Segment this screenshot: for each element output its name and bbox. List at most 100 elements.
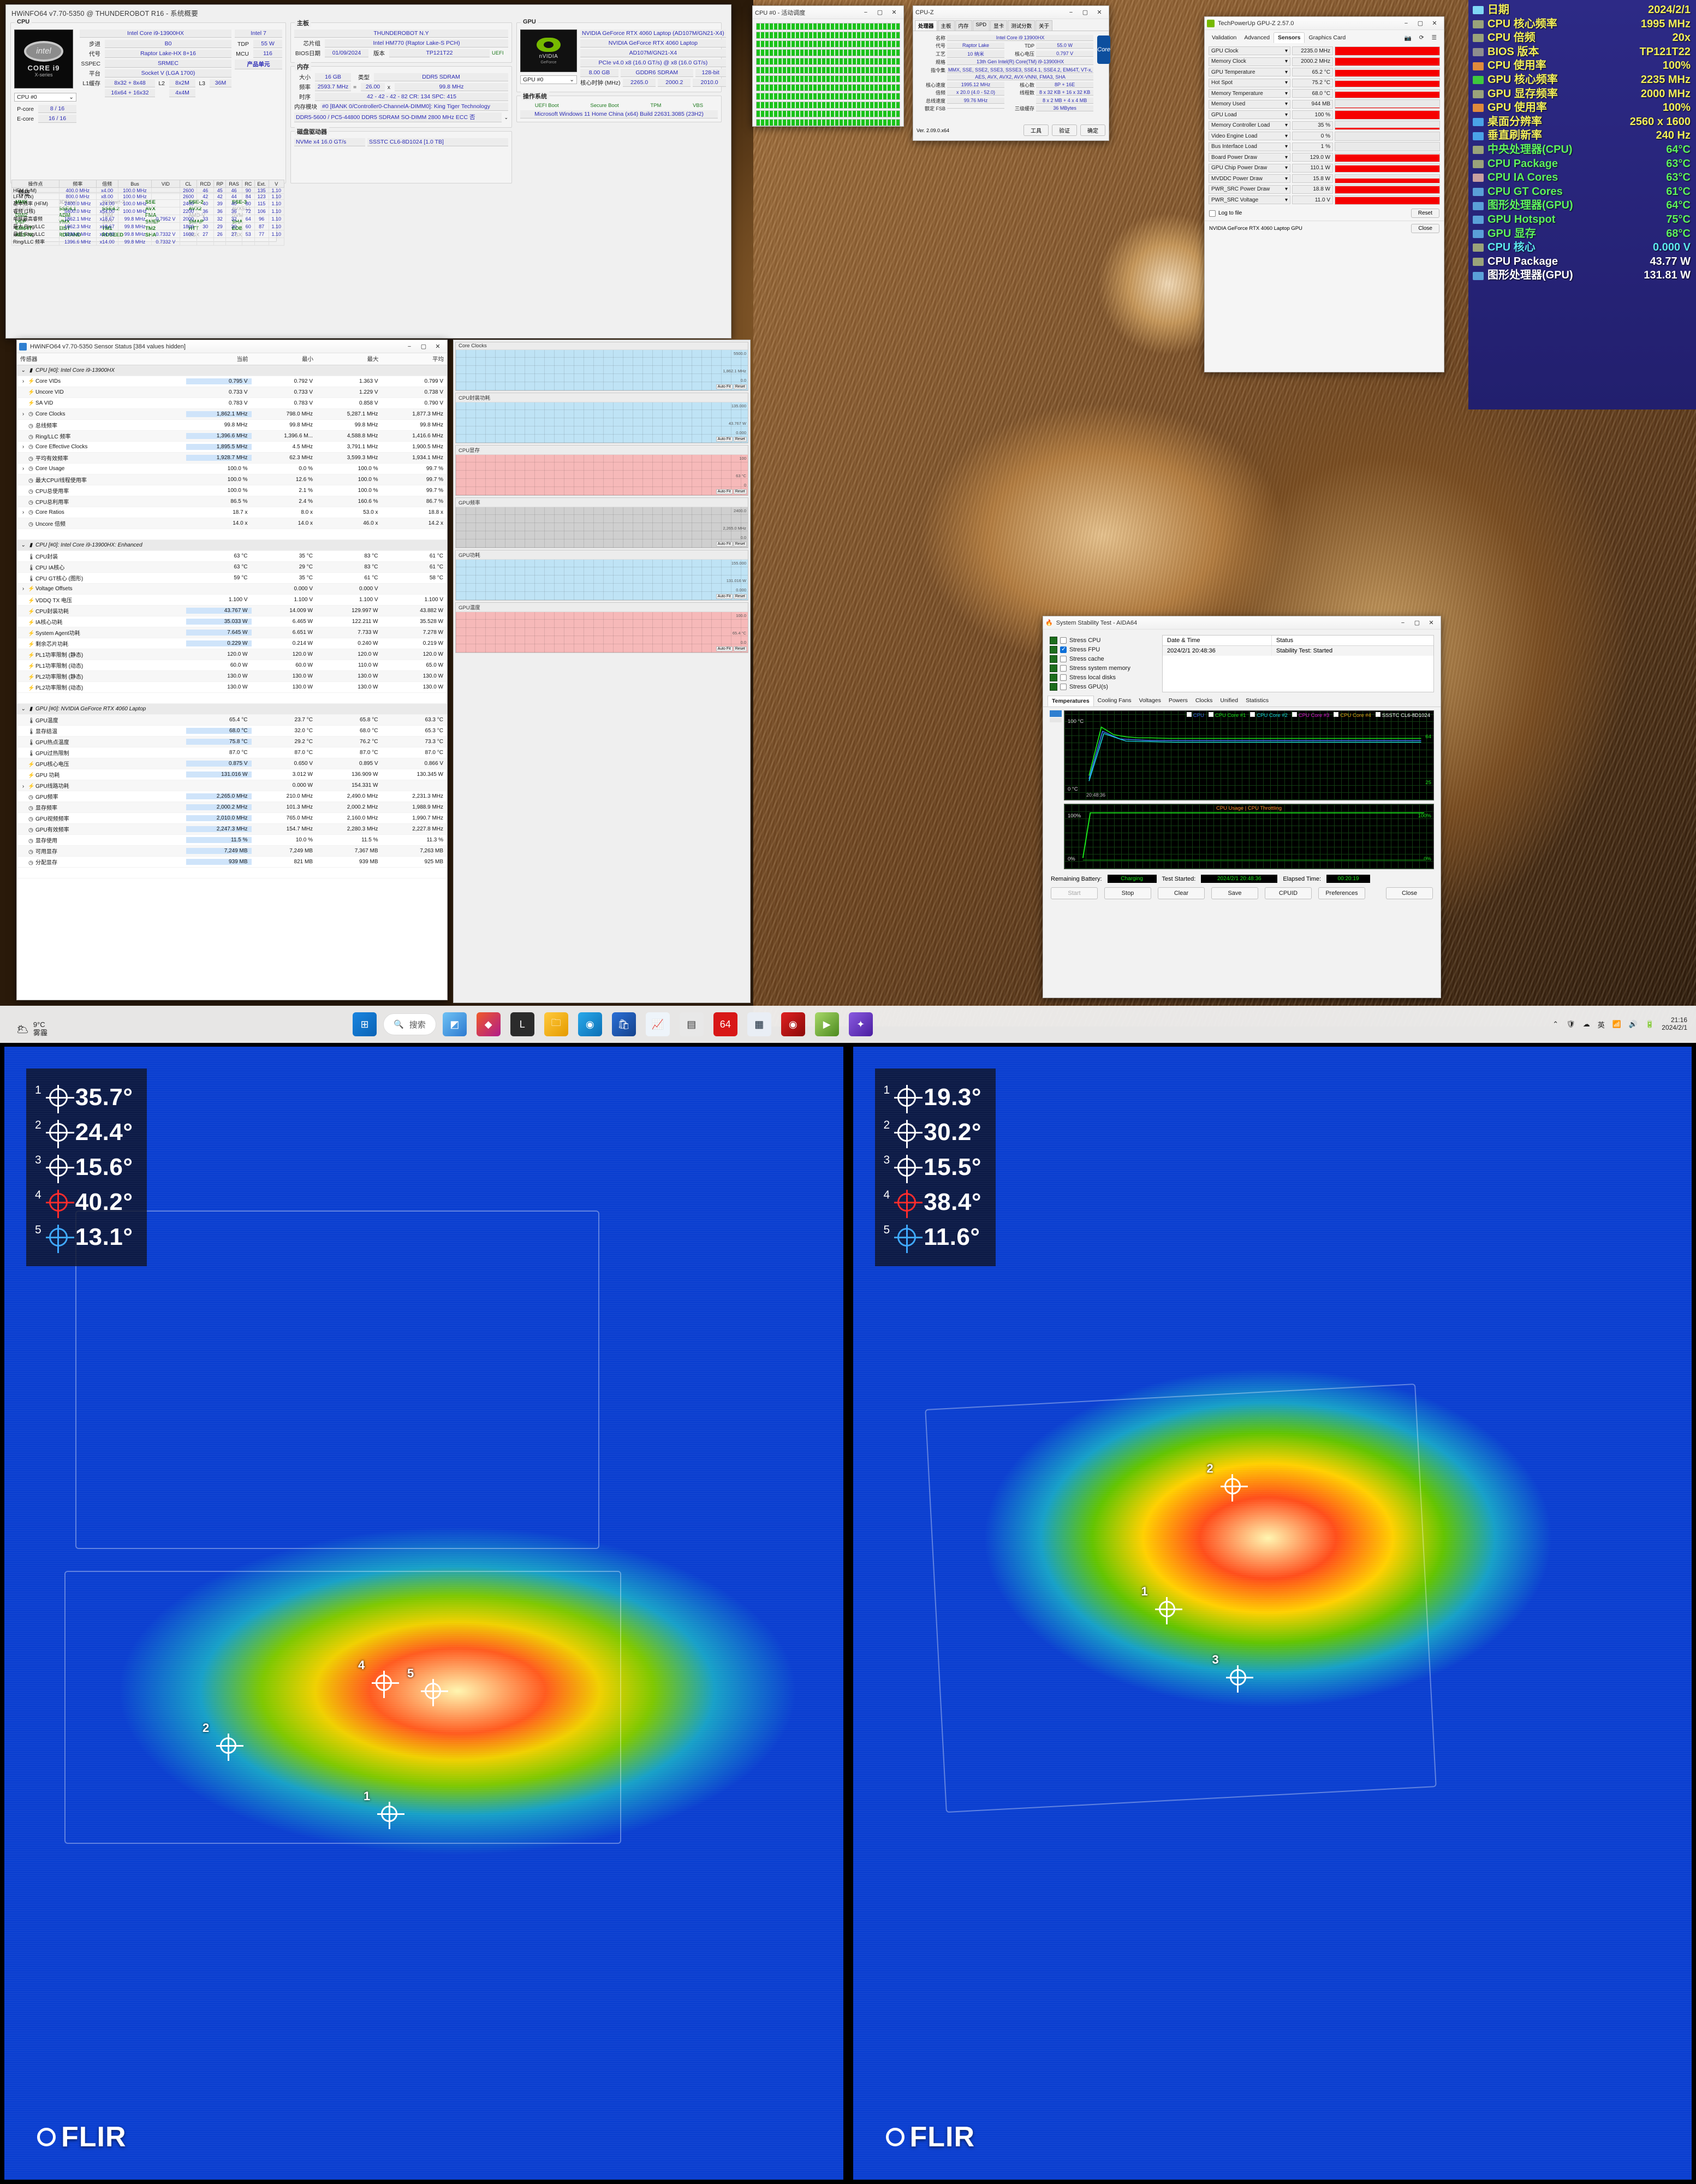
sensor-row[interactable]: › ⚡ GPU线路功耗 0.000 W 154.331 W bbox=[17, 780, 447, 791]
sensor-row[interactable]: ⚡ PL1功率限制 (动态) 60.0 W 60.0 W 110.0 W 65.0 W bbox=[17, 660, 447, 671]
sensor-row[interactable]: ⚡ SA VID 0.783 V 0.783 V 0.858 V 0.790 V bbox=[17, 398, 447, 409]
gpuz-sensor-row-4[interactable]: Memory Temperature ▾ 68.0 °C bbox=[1209, 88, 1440, 98]
stress-checkbox[interactable] bbox=[1060, 674, 1067, 681]
sensor-row[interactable]: ◷ CPU总利用率 86.5 % 2.4 % 160.6 % 86.7 % bbox=[17, 496, 447, 507]
graph-panel-2[interactable]: CPU显存 100 63 °C 0 Auto Fit Reset bbox=[455, 445, 748, 496]
gpuz-sensor-row-13[interactable]: PWR_SRC Power Draw ▾ 18.8 W bbox=[1209, 185, 1440, 194]
aida-button-start[interactable]: Start bbox=[1051, 887, 1098, 899]
col-sensor[interactable]: 传感器 bbox=[17, 355, 186, 363]
edge-icon[interactable]: ◉ bbox=[578, 1012, 602, 1036]
col-avg[interactable]: 平均 bbox=[382, 355, 448, 363]
sensor-row[interactable]: › ◷ Core Usage 100.0 % 0.0 % 100.0 % 99.7 % bbox=[17, 464, 447, 474]
msi-afterburner-icon[interactable]: ▤ bbox=[679, 1012, 704, 1036]
close-icon-gpuz[interactable]: ✕ bbox=[1427, 17, 1442, 29]
sensor-row[interactable]: ⚡ IA核心功耗 35.033 W 6.465 W 122.211 W 35.528 W bbox=[17, 616, 447, 627]
close-icon[interactable]: ✕ bbox=[887, 7, 901, 19]
chevron-down-icon-mem[interactable]: ⌄ bbox=[504, 115, 508, 121]
maximize-icon[interactable]: ▢ bbox=[873, 7, 887, 19]
cpuz-bars-titlebar[interactable]: CPU #0 - 活动调度 − ▢ ✕ bbox=[753, 6, 903, 19]
gpuz-tabs[interactable]: Validation Advanced Sensors Graphics Card 📷… bbox=[1205, 30, 1444, 43]
cpuz-window[interactable]: CPU-Z − ▢ ✕ 处理器 主板 内存 SPD 显卡 测试分数 关于 名称 Intel C… bbox=[913, 5, 1110, 141]
log-row[interactable]: 2024/2/1 20:48:36 Stability Test: Starte… bbox=[1163, 646, 1433, 656]
aida-buttons[interactable]: Start Stop Clear Save CPUID Preferences Close bbox=[1043, 885, 1441, 901]
gpuz-titlebar[interactable]: TechPowerUp GPU-Z 2.57.0 − ▢ ✕ bbox=[1205, 17, 1444, 30]
tray-network-icon[interactable]: 📶 bbox=[1612, 1020, 1621, 1029]
sensor-row[interactable]: ◷ 分配显存 939 MB 821 MB 939 MB 925 MB bbox=[17, 857, 447, 868]
hwinfo-system-summary-window[interactable]: HWiNFO64 v7.70-5350 @ THUNDEROBOT R16 - … bbox=[5, 4, 731, 339]
widgets-icon[interactable]: ◩ bbox=[442, 1012, 467, 1036]
sensor-row[interactable]: 🌡GPU过热限制 87.0 °C 87.0 °C 87.0 °C 87.0 °C bbox=[17, 747, 447, 758]
purple-app-icon[interactable]: ✦ bbox=[848, 1012, 873, 1036]
cpuz-tab-1[interactable]: 内存 bbox=[955, 20, 972, 31]
graph-reset-button[interactable]: Reset bbox=[733, 542, 747, 547]
maximize-icon-gpuz[interactable]: ▢ bbox=[1413, 17, 1427, 29]
cpuz-validate-button[interactable]: 验证 bbox=[1052, 124, 1077, 136]
file-explorer-icon[interactable]: 🗀 bbox=[544, 1012, 568, 1036]
minimize-icon-sensors[interactable]: − bbox=[402, 341, 416, 353]
gpuz-sensor-name[interactable]: Video Engine Load ▾ bbox=[1209, 132, 1290, 140]
cpuz-tab-3[interactable]: 显卡 bbox=[990, 20, 1008, 31]
cpuz-tab-2[interactable]: SPD bbox=[972, 20, 990, 31]
stress-option-0[interactable]: Stress CPU bbox=[1050, 637, 1153, 644]
stress-option-2[interactable]: Stress cache bbox=[1050, 655, 1153, 663]
gpuz-sensor-row-5[interactable]: Memory Used ▾ 944 MB bbox=[1209, 99, 1440, 109]
sensor-row[interactable]: 🌡显存结温 68.0 °C 32.0 °C 68.0 °C 65.3 °C bbox=[17, 726, 447, 737]
sensor-row[interactable]: 🌡GPU温度 65.4 °C 23.7 °C 65.8 °C 63.3 °C bbox=[17, 715, 447, 726]
weather-widget[interactable]: 🌥 9°C 雾霾 bbox=[16, 1020, 47, 1037]
green-app-icon[interactable]: ▶ bbox=[814, 1012, 839, 1036]
gpuz-sensor-name[interactable]: MVDDC Power Draw ▾ bbox=[1209, 174, 1290, 183]
sensor-row[interactable]: ◷ 总线频率 99.8 MHz 99.8 MHz 99.8 MHz 99.8 MHz bbox=[17, 420, 447, 431]
clock-time[interactable]: 21:16 bbox=[1671, 1016, 1687, 1024]
sensor-row[interactable]: ◷ 最大CPU/线程使用率 100.0 % 12.6 % 100.0 % 99.7 % bbox=[17, 474, 447, 485]
sensor-row[interactable]: ◷ 显存使用 11.5 % 10.0 % 11.5 % 11.3 % bbox=[17, 835, 447, 846]
aida-tab-0[interactable]: Temperatures bbox=[1048, 696, 1094, 707]
cpuz-ok-button[interactable]: 确定 bbox=[1080, 124, 1105, 136]
stress-checkbox[interactable] bbox=[1060, 684, 1067, 690]
cpuz-tab-4[interactable]: 测试分数 bbox=[1008, 20, 1036, 31]
graph-panel-4[interactable]: GPU功耗 155.000 131.016 W 0.000 Auto Fit Re… bbox=[455, 550, 748, 601]
store-icon[interactable]: 🛍 bbox=[611, 1012, 636, 1036]
op-row[interactable]: 睿频 (1核) 5400.0 MHz x54.00 100.0 MHz 2200 36 36… bbox=[11, 207, 285, 215]
gpuz-sensor-row-7[interactable]: Memory Controller Load ▾ 35 % bbox=[1209, 121, 1440, 130]
sensor-row[interactable]: ⚡ VDDQ TX 电压 1.100 V 1.100 V 1.100 V 1.100 V bbox=[17, 595, 447, 606]
op-row[interactable]: HFM (L/M) 400.0 MHz x4.00 100.0 MHz 2600 46 45… bbox=[11, 187, 285, 194]
hwinfo-taskbar-icon[interactable]: 📈 bbox=[645, 1012, 670, 1036]
gpuz-reset-button[interactable]: Reset bbox=[1411, 209, 1439, 218]
gpuz-sensor-name[interactable]: GPU Temperature ▾ bbox=[1209, 68, 1290, 76]
hwinfo-sensor-status-window[interactable]: HWiNFO64 v7.70-5350 Sensor Status [384 v… bbox=[16, 340, 448, 1000]
aida-close-button[interactable]: Close bbox=[1386, 887, 1433, 899]
gpuz-sensor-name[interactable]: Hot Spot ▾ bbox=[1209, 78, 1290, 87]
gpuz-sensor-row-10[interactable]: Board Power Draw ▾ 129.0 W bbox=[1209, 152, 1440, 162]
op-row[interactable]: 基本频率 (HFM) 2400.0 MHz x24.00 100.0 MHz 2400 4… bbox=[11, 199, 285, 207]
sensor-row[interactable]: ◷ Ring/LLC 频率 1,396.6 MHz 1,396.6 M... 4,588… bbox=[17, 431, 447, 442]
stress-checkbox[interactable] bbox=[1060, 656, 1067, 662]
sensor-row[interactable]: 🌡CPU GT核心 (图形) 59 °C 35 °C 61 °C 58 °C bbox=[17, 573, 447, 584]
graph-reset-button[interactable]: Reset bbox=[733, 594, 747, 599]
graph-reset-button[interactable]: Reset bbox=[733, 489, 747, 494]
graph-panel-0[interactable]: Core Clocks 5500.0 1,862.1 MHz 0.0 Auto … bbox=[455, 342, 748, 391]
gpuz-sensor-row-0[interactable]: GPU Clock ▾ 2235.0 MHz bbox=[1209, 46, 1440, 56]
minimize-icon-gpuz[interactable]: − bbox=[1399, 17, 1413, 29]
start-button-icon[interactable]: ⊞ bbox=[353, 1012, 377, 1036]
close-icon-aida[interactable]: ✕ bbox=[1424, 617, 1438, 629]
op-row[interactable]: 最低 Ring/LLC 1396.6 MHz x14.00 99.8 MHz 0.733… bbox=[11, 230, 285, 238]
col-min[interactable]: 最小 bbox=[252, 355, 317, 363]
tray-volume-icon[interactable]: 🔊 bbox=[1629, 1020, 1638, 1029]
gpuz-sensor-row-11[interactable]: GPU Chip Power Draw ▾ 110.1 W bbox=[1209, 163, 1440, 173]
sensor-row[interactable]: ◷ 平均有效频率 1,928.7 MHz 62.3 MHz 3,599.3 MHz 1,9… bbox=[17, 453, 447, 464]
aida-button-preferences[interactable]: Preferences bbox=[1318, 887, 1365, 899]
gpuz-sensor-name[interactable]: PWR_SRC Voltage ▾ bbox=[1209, 195, 1290, 204]
gpu-selector[interactable]: GPU #0 ⌄ bbox=[520, 75, 577, 84]
gpuz-sensor-name[interactable]: Board Power Draw ▾ bbox=[1209, 153, 1290, 162]
sensor-row[interactable]: ◷ Uncore 倍频 14.0 x 14.0 x 46.0 x 14.2 x bbox=[17, 518, 447, 529]
stress-option-5[interactable]: Stress GPU(s) bbox=[1050, 683, 1153, 691]
sensors-titlebar[interactable]: HWiNFO64 v7.70-5350 Sensor Status [384 v… bbox=[17, 340, 447, 353]
sensor-row[interactable]: ⚡ GPU核心电压 0.875 V 0.650 V 0.895 V 0.866 V bbox=[17, 758, 447, 769]
cpuz-tabs[interactable]: 处理器 主板 内存 SPD 显卡 测试分数 关于 bbox=[913, 19, 1109, 31]
aida-tab-3[interactable]: Powers bbox=[1165, 696, 1192, 707]
aida-button-stop[interactable]: Stop bbox=[1104, 887, 1151, 899]
gpuz-tab-2[interactable]: Advanced bbox=[1240, 33, 1274, 43]
stress-checkbox[interactable] bbox=[1060, 637, 1067, 644]
sensor-row[interactable]: › ◷ Core Clocks 1,862.1 MHz 798.0 MHz 5,287.1… bbox=[17, 409, 447, 420]
gpuz-sensor-name[interactable]: PWR_SRC Power Draw ▾ bbox=[1209, 185, 1290, 194]
